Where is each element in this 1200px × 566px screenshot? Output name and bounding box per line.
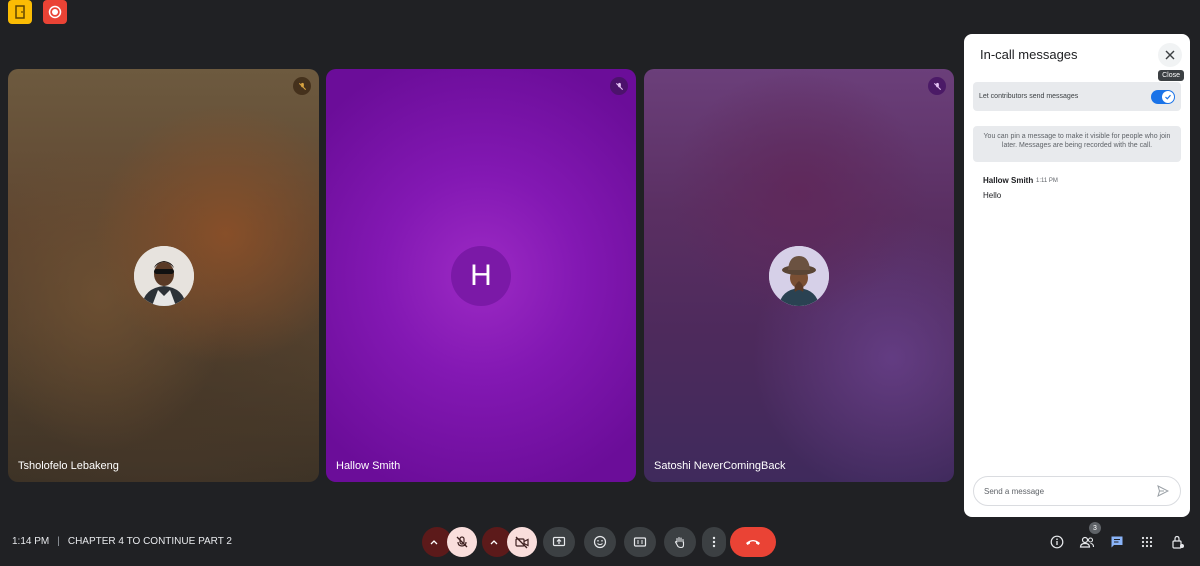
meeting-details-button[interactable] <box>1047 532 1067 552</box>
apps-grid-icon <box>1141 536 1153 548</box>
info-icon <box>1050 535 1064 549</box>
participant-tile[interactable]: Satoshi NeverComingBack <box>644 69 954 482</box>
host-controls-badge[interactable] <box>8 0 32 24</box>
message-text: Hello <box>983 191 1002 200</box>
people-count-badge: 3 <box>1089 522 1101 534</box>
participant-name: Satoshi NeverComingBack <box>654 460 786 472</box>
recording-badge[interactable] <box>43 0 67 24</box>
participant-tile[interactable]: Tsholofelo Lebakeng <box>8 69 319 482</box>
end-call-icon <box>746 540 760 545</box>
meeting-title: CHAPTER 4 TO CONTINUE PART 2 <box>67 536 232 547</box>
present-icon <box>552 536 566 547</box>
camera-off-icon <box>515 536 529 549</box>
hand-icon <box>674 536 685 549</box>
message-compose <box>973 476 1181 506</box>
mic-off-icon <box>928 77 946 95</box>
more-options-button[interactable] <box>702 527 726 557</box>
participant-tile[interactable]: H Hallow Smith <box>326 69 636 482</box>
captions-icon <box>633 537 647 547</box>
send-icon[interactable] <box>1156 484 1170 498</box>
current-time: 1:14 PM <box>12 536 50 547</box>
send-message-input[interactable] <box>984 486 1156 496</box>
close-tooltip: Close <box>1158 70 1184 81</box>
message-sender: Hallow Smith <box>983 176 1034 185</box>
pin-info-box: You can pin a message to make it visible… <box>973 126 1181 162</box>
host-controls-button[interactable] <box>1168 532 1188 552</box>
more-vert-icon <box>712 536 716 548</box>
separator: | <box>57 536 60 547</box>
present-screen-button[interactable] <box>543 527 575 557</box>
avatar <box>133 245 194 306</box>
allow-messages-toggle[interactable] <box>1151 89 1175 104</box>
record-icon <box>48 5 62 19</box>
avatar: H <box>451 245 511 306</box>
chevron-up-icon <box>490 540 498 545</box>
captions-button[interactable] <box>624 527 656 557</box>
emoji-icon <box>593 535 607 549</box>
people-button[interactable] <box>1077 532 1097 552</box>
lock-person-icon <box>1172 535 1184 549</box>
contributors-message-setting: Let contributors send messages <box>973 82 1181 111</box>
in-call-messages-panel: In-call messages Close Let contributors … <box>964 34 1190 517</box>
raise-hand-button[interactable] <box>664 527 696 557</box>
participant-name: Hallow Smith <box>336 460 401 472</box>
meeting-details: 1:14 PM | CHAPTER 4 TO CONTINUE PART 2 <box>12 536 232 547</box>
leave-call-button[interactable] <box>730 527 776 557</box>
reactions-button[interactable] <box>584 527 616 557</box>
chat-button[interactable] <box>1107 532 1127 552</box>
activities-button[interactable] <box>1137 532 1157 552</box>
close-icon <box>1165 50 1175 60</box>
chevron-up-icon <box>430 540 438 545</box>
mic-off-icon <box>610 77 628 95</box>
panel-title: In-call messages <box>980 47 1078 62</box>
close-button[interactable] <box>1158 43 1182 67</box>
check-icon <box>1162 90 1174 103</box>
avatar <box>769 245 829 306</box>
participant-name: Tsholofelo Lebakeng <box>18 460 119 472</box>
message-time: 1:11 PM <box>1036 178 1058 184</box>
camera-button[interactable] <box>507 527 537 557</box>
door-icon <box>15 5 25 19</box>
toggle-label: Let contributors send messages <box>979 93 1079 100</box>
mic-off-icon <box>456 536 468 548</box>
microphone-button[interactable] <box>447 527 477 557</box>
people-icon <box>1079 536 1095 548</box>
chat-icon <box>1111 536 1123 548</box>
mic-off-icon <box>293 77 311 95</box>
